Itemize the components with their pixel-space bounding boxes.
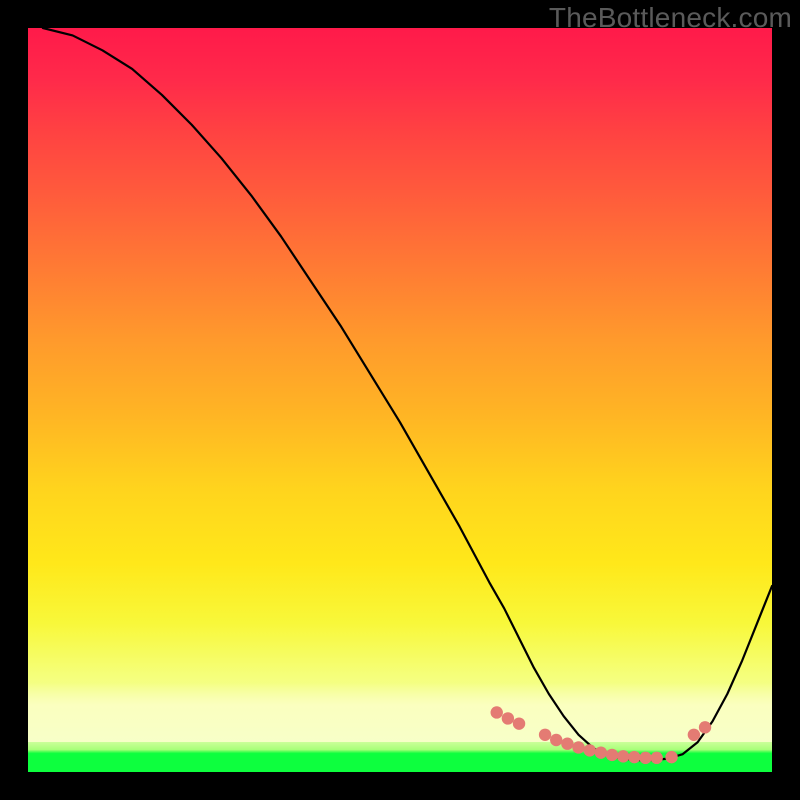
marker-dot bbox=[491, 706, 503, 718]
watermark-text: TheBottleneck.com bbox=[549, 2, 792, 34]
marker-dot bbox=[650, 752, 662, 764]
marker-dot bbox=[539, 729, 551, 741]
marker-dot bbox=[665, 751, 677, 763]
chart-frame: TheBottleneck.com bbox=[0, 0, 800, 800]
bottleneck-curve bbox=[43, 28, 772, 760]
plot-area bbox=[28, 28, 772, 772]
marker-dot bbox=[617, 750, 629, 762]
curve-layer bbox=[28, 28, 772, 772]
marker-dot bbox=[688, 729, 700, 741]
marker-dot bbox=[628, 751, 640, 763]
marker-dot bbox=[502, 712, 514, 724]
marker-dot bbox=[550, 734, 562, 746]
marker-dot bbox=[561, 738, 573, 750]
marker-dot bbox=[595, 746, 607, 758]
marker-dot bbox=[606, 749, 618, 761]
marker-dot bbox=[572, 741, 584, 753]
marker-dot bbox=[584, 744, 596, 756]
marker-dot bbox=[699, 721, 711, 733]
marker-dot bbox=[639, 752, 651, 764]
marker-dot bbox=[513, 717, 525, 729]
